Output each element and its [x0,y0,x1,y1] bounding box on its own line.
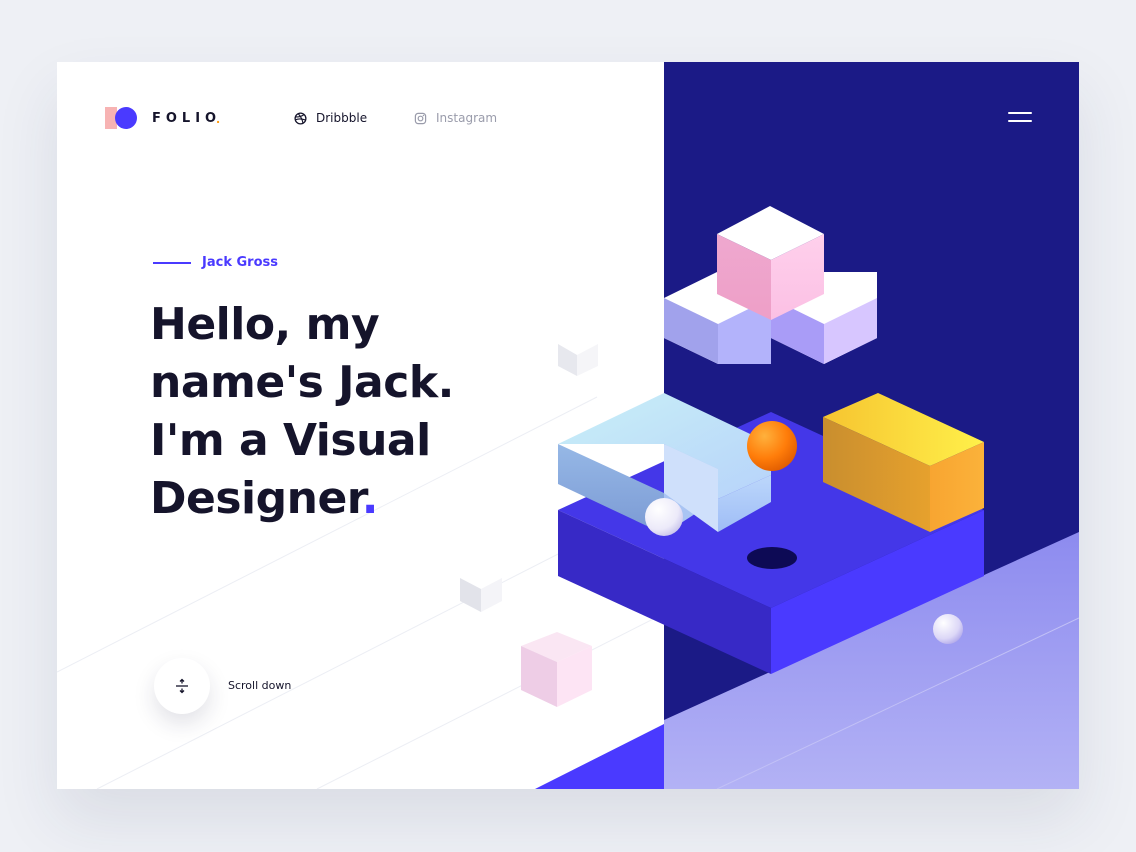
headline-word: Designer [150,473,362,524]
scroll-down-label[interactable]: Scroll down [228,679,291,692]
floor-strip [535,724,664,789]
floating-cubes [664,206,877,364]
hero-headline: Hello, my name's Jack. I'm a Visual Desi… [150,296,570,528]
menu-line-top [1008,112,1032,114]
scroll-arrows-icon [176,678,188,694]
eyebrow-line [153,261,191,264]
menu-line-bottom [1008,120,1032,122]
hamburger-menu-icon[interactable] [1008,112,1032,126]
headline-line: Hello, my [150,299,380,350]
eyebrow: Jack Gross [153,255,278,270]
folio-logo[interactable]: FOLIO . [105,107,220,129]
nav-label-instagram: Instagram [436,111,498,125]
nav-label-dribbble: Dribbble [316,111,368,125]
instagram-icon [414,112,427,124]
headline-line-last: Designer. [150,470,570,528]
logo-text: FOLIO [152,110,222,126]
logo-dot: . [216,110,220,126]
author-name: Jack Gross [202,255,278,270]
nav-link-dribbble[interactable]: Dribbble [294,111,367,125]
nav-link-instagram[interactable]: Instagram [414,111,497,125]
dribbble-icon [294,111,307,125]
logo-circle-mark [115,107,137,129]
headline-line: I'm a Visual [150,415,431,466]
landing-page-card: FOLIO . Dribbble Instagram Jack Gross He… [57,62,1079,789]
headline-dot: . [361,473,379,524]
scroll-down-button[interactable] [154,658,210,714]
headline-line: name's Jack. [150,357,454,408]
